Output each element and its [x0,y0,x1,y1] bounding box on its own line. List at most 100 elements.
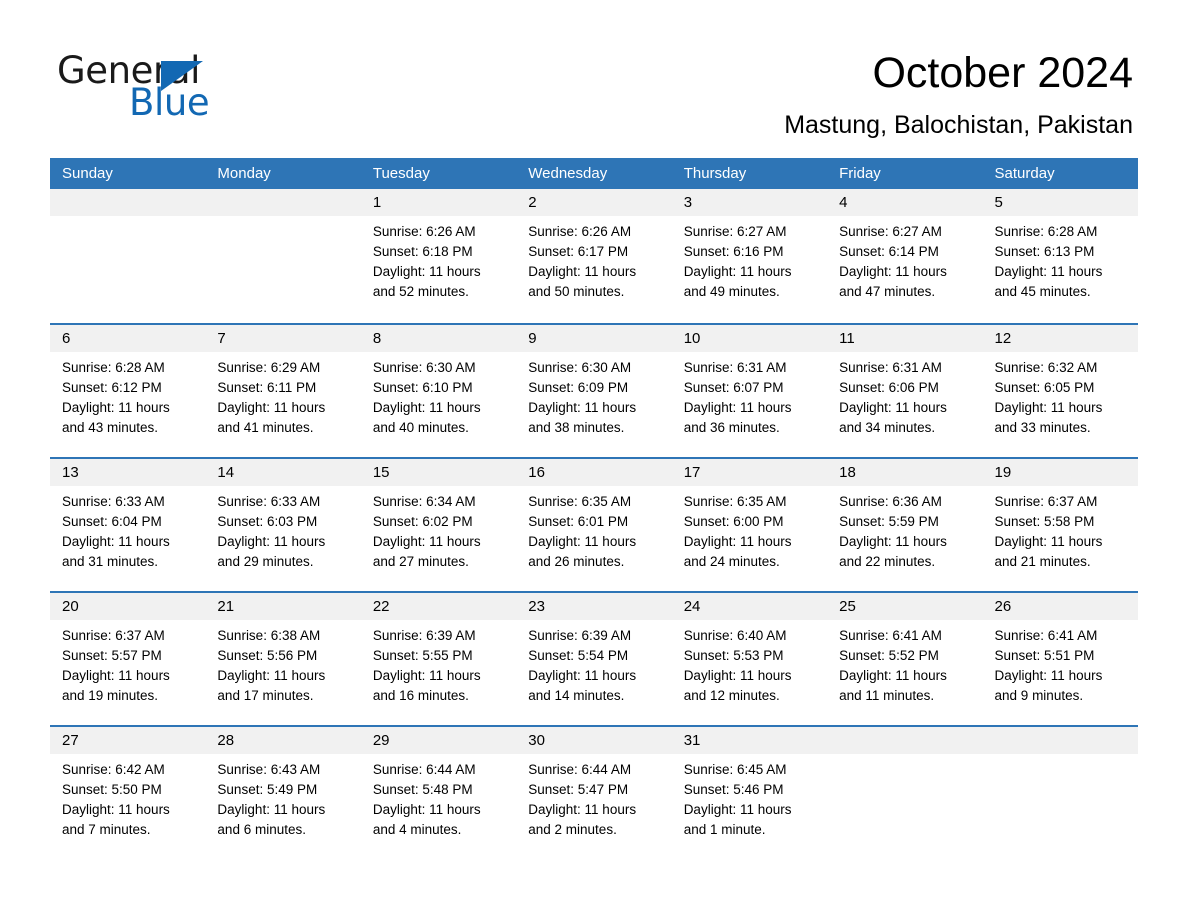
day-number: 15 [360,459,517,486]
sunrise-text: Sunrise: 6:45 AM [683,762,787,777]
daylight-text: Daylight: 11 hours and 49 minutes. [683,264,792,299]
calendar-day-cell[interactable]: 22 Sunrise: 6:39 AM Sunset: 5:55 PM Dayligh… [360,593,517,725]
daylight-text: Daylight: 11 hours and 26 minutes. [528,534,637,569]
calendar-day-cell[interactable]: 8 Sunrise: 6:30 AM Sunset: 6:10 PM Daylight… [360,325,517,457]
weekday-header-friday: Friday [839,165,881,182]
day-details: Sunrise: 6:41 AM Sunset: 5:52 PM Daylight:… [827,620,982,706]
calendar-day-cell[interactable]: 15 Sunrise: 6:34 AM Sunset: 6:02 PM Dayligh… [360,459,517,591]
daylight-text: Daylight: 11 hours and 41 minutes. [217,400,326,435]
day-details: Sunrise: 6:34 AM Sunset: 6:02 PM Daylight:… [361,486,516,572]
calendar-week-row: 6 Sunrise: 6:28 AM Sunset: 6:12 PM Daylight… [50,323,1138,457]
day-number: 17 [671,459,828,486]
daylight-text: Daylight: 11 hours and 29 minutes. [217,534,326,569]
calendar-day-cell[interactable]: 1 Sunrise: 6:26 AM Sunset: 6:18 PM Daylight… [360,189,517,323]
calendar-day-cell[interactable]: 21 Sunrise: 6:38 AM Sunset: 5:56 PM Dayligh… [205,593,361,725]
calendar-day-cell[interactable]: 6 Sunrise: 6:28 AM Sunset: 6:12 PM Daylight… [50,325,206,457]
day-number: 5 [982,189,1138,216]
calendar-day-cell[interactable]: 7 Sunrise: 6:29 AM Sunset: 6:11 PM Daylight… [205,325,361,457]
calendar-grid: Sunday Monday Tuesday Wednesday Thursday… [50,158,1138,859]
calendar-day-cell[interactable]: 11 Sunrise: 6:31 AM Sunset: 6:06 PM Dayligh… [827,325,983,457]
daylight-text: Daylight: 11 hours and 40 minutes. [372,400,481,435]
day-number: 18 [827,459,983,486]
day-number: 8 [360,325,517,352]
calendar-day-cell[interactable]: 29 Sunrise: 6:44 AM Sunset: 5:48 PM Dayligh… [360,727,517,859]
calendar-week-row: 20 Sunrise: 6:37 AM Sunset: 5:57 PM Dayligh… [50,591,1138,725]
sunset-text: Sunset: 6:16 PM [683,244,784,259]
sunrise-text: Sunrise: 6:30 AM [528,360,632,375]
calendar-day-cell[interactable]: 26 Sunrise: 6:41 AM Sunset: 5:51 PM Dayligh… [982,593,1138,725]
sunrise-text: Sunrise: 6:39 AM [528,628,632,643]
sunset-text: Sunset: 6:01 PM [528,514,629,529]
sunrise-text: Sunrise: 6:41 AM [839,628,942,643]
day-details: Sunrise: 6:45 AM Sunset: 5:46 PM Daylight:… [672,754,827,840]
day-number: 16 [516,459,672,486]
daylight-text: Daylight: 11 hours and 22 minutes. [839,534,947,569]
sunrise-text: Sunrise: 6:26 AM [528,224,632,239]
calendar-day-cell[interactable]: 12 Sunrise: 6:32 AM Sunset: 6:05 PM Dayligh… [982,325,1138,457]
sunset-text: Sunset: 6:04 PM [62,514,162,529]
calendar-day-cell[interactable]: 24 Sunrise: 6:40 AM Sunset: 5:53 PM Dayligh… [671,593,828,725]
calendar-day-cell[interactable]: 14 Sunrise: 6:33 AM Sunset: 6:03 PM Dayligh… [205,459,361,591]
day-details: Sunrise: 6:33 AM Sunset: 6:04 PM Daylight:… [50,486,205,572]
calendar-day-cell[interactable]: 27 Sunrise: 6:42 AM Sunset: 5:50 PM Dayligh… [50,727,206,859]
sunset-text: Sunset: 6:06 PM [839,380,939,395]
calendar-day-cell[interactable]: 25 Sunrise: 6:41 AM Sunset: 5:52 PM Dayligh… [827,593,983,725]
sunset-text: Sunset: 5:53 PM [683,648,784,663]
sunset-text: Sunset: 5:55 PM [372,648,473,663]
sunset-text: Sunset: 5:46 PM [683,782,784,797]
day-number: 21 [205,593,361,620]
calendar-day-cell[interactable]: 18 Sunrise: 6:36 AM Sunset: 5:59 PM Dayligh… [827,459,983,591]
sunset-text: Sunset: 5:58 PM [994,514,1095,529]
calendar-week-row: 13 Sunrise: 6:33 AM Sunset: 6:04 PM Dayligh… [50,457,1138,591]
weekday-header-monday: Monday [217,165,271,182]
sunrise-text: Sunrise: 6:34 AM [372,494,476,509]
sunrise-text: Sunrise: 6:29 AM [217,360,321,375]
day-details: Sunrise: 6:41 AM Sunset: 5:51 PM Daylight:… [983,620,1138,706]
sunset-text: Sunset: 5:54 PM [528,648,629,663]
day-number: 12 [982,325,1138,352]
sunrise-text: Sunrise: 6:28 AM [994,224,1098,239]
weekday-header-wednesday: Wednesday [528,165,608,182]
sunrise-text: Sunrise: 6:42 AM [62,762,165,777]
day-number: 13 [50,459,206,486]
calendar-day-cell[interactable]: 17 Sunrise: 6:35 AM Sunset: 6:00 PM Dayligh… [671,459,828,591]
calendar-page: General Blue October 2024 Mastung, Baloc… [0,0,1188,918]
calendar-day-cell-empty [982,727,1138,859]
daylight-text: Daylight: 11 hours and 6 minutes. [217,802,326,837]
calendar-day-cell[interactable]: 19 Sunrise: 6:37 AM Sunset: 5:58 PM Dayligh… [982,459,1138,591]
calendar-day-cell[interactable]: 13 Sunrise: 6:33 AM Sunset: 6:04 PM Dayligh… [50,459,206,591]
daylight-text: Daylight: 11 hours and 1 minute. [683,802,792,837]
calendar-day-cell[interactable]: 10 Sunrise: 6:31 AM Sunset: 6:07 PM Dayligh… [671,325,828,457]
sunrise-text: Sunrise: 6:35 AM [528,494,632,509]
sunrise-text: Sunrise: 6:33 AM [217,494,321,509]
calendar-day-cell[interactable]: 16 Sunrise: 6:35 AM Sunset: 6:01 PM Dayligh… [516,459,672,591]
sunrise-text: Sunrise: 6:28 AM [62,360,165,375]
day-number: 31 [671,727,828,754]
calendar-day-cell[interactable]: 30 Sunrise: 6:44 AM Sunset: 5:47 PM Dayligh… [516,727,672,859]
calendar-day-cell[interactable]: 5 Sunrise: 6:28 AM Sunset: 6:13 PM Daylight… [982,189,1138,323]
sunset-text: Sunset: 5:59 PM [839,514,939,529]
day-details: Sunrise: 6:39 AM Sunset: 5:55 PM Daylight:… [361,620,516,706]
calendar-day-cell[interactable]: 31 Sunrise: 6:45 AM Sunset: 5:46 PM Dayligh… [671,727,828,859]
general-blue-logo[interactable]: General Blue [57,52,297,124]
day-details: Sunrise: 6:39 AM Sunset: 5:54 PM Daylight:… [516,620,671,706]
day-details: Sunrise: 6:31 AM Sunset: 6:07 PM Daylight:… [672,352,827,438]
day-details: Sunrise: 6:28 AM Sunset: 6:12 PM Daylight:… [50,352,205,438]
sunrise-text: Sunrise: 6:38 AM [217,628,321,643]
day-number: 3 [671,189,828,216]
day-details: Sunrise: 6:36 AM Sunset: 5:59 PM Daylight:… [827,486,982,572]
day-number: 11 [827,325,983,352]
calendar-day-cell[interactable]: 20 Sunrise: 6:37 AM Sunset: 5:57 PM Dayligh… [50,593,206,725]
daylight-text: Daylight: 11 hours and 33 minutes. [994,400,1103,435]
calendar-day-cell[interactable]: 3 Sunrise: 6:27 AM Sunset: 6:16 PM Daylight… [671,189,828,323]
calendar-week-row: 1 Sunrise: 6:26 AM Sunset: 6:18 PM Daylight… [50,189,1138,323]
day-number: 2 [516,189,672,216]
daylight-text: Daylight: 11 hours and 11 minutes. [839,668,947,703]
calendar-day-cell[interactable]: 9 Sunrise: 6:30 AM Sunset: 6:09 PM Daylight… [516,325,672,457]
calendar-day-cell[interactable]: 4 Sunrise: 6:27 AM Sunset: 6:14 PM Daylight… [827,189,983,323]
calendar-day-cell[interactable]: 23 Sunrise: 6:39 AM Sunset: 5:54 PM Dayligh… [516,593,672,725]
day-number: 30 [516,727,672,754]
sunset-text: Sunset: 6:02 PM [372,514,473,529]
calendar-day-cell[interactable]: 2 Sunrise: 6:26 AM Sunset: 6:17 PM Daylight… [516,189,672,323]
calendar-day-cell[interactable]: 28 Sunrise: 6:43 AM Sunset: 5:49 PM Dayligh… [205,727,361,859]
